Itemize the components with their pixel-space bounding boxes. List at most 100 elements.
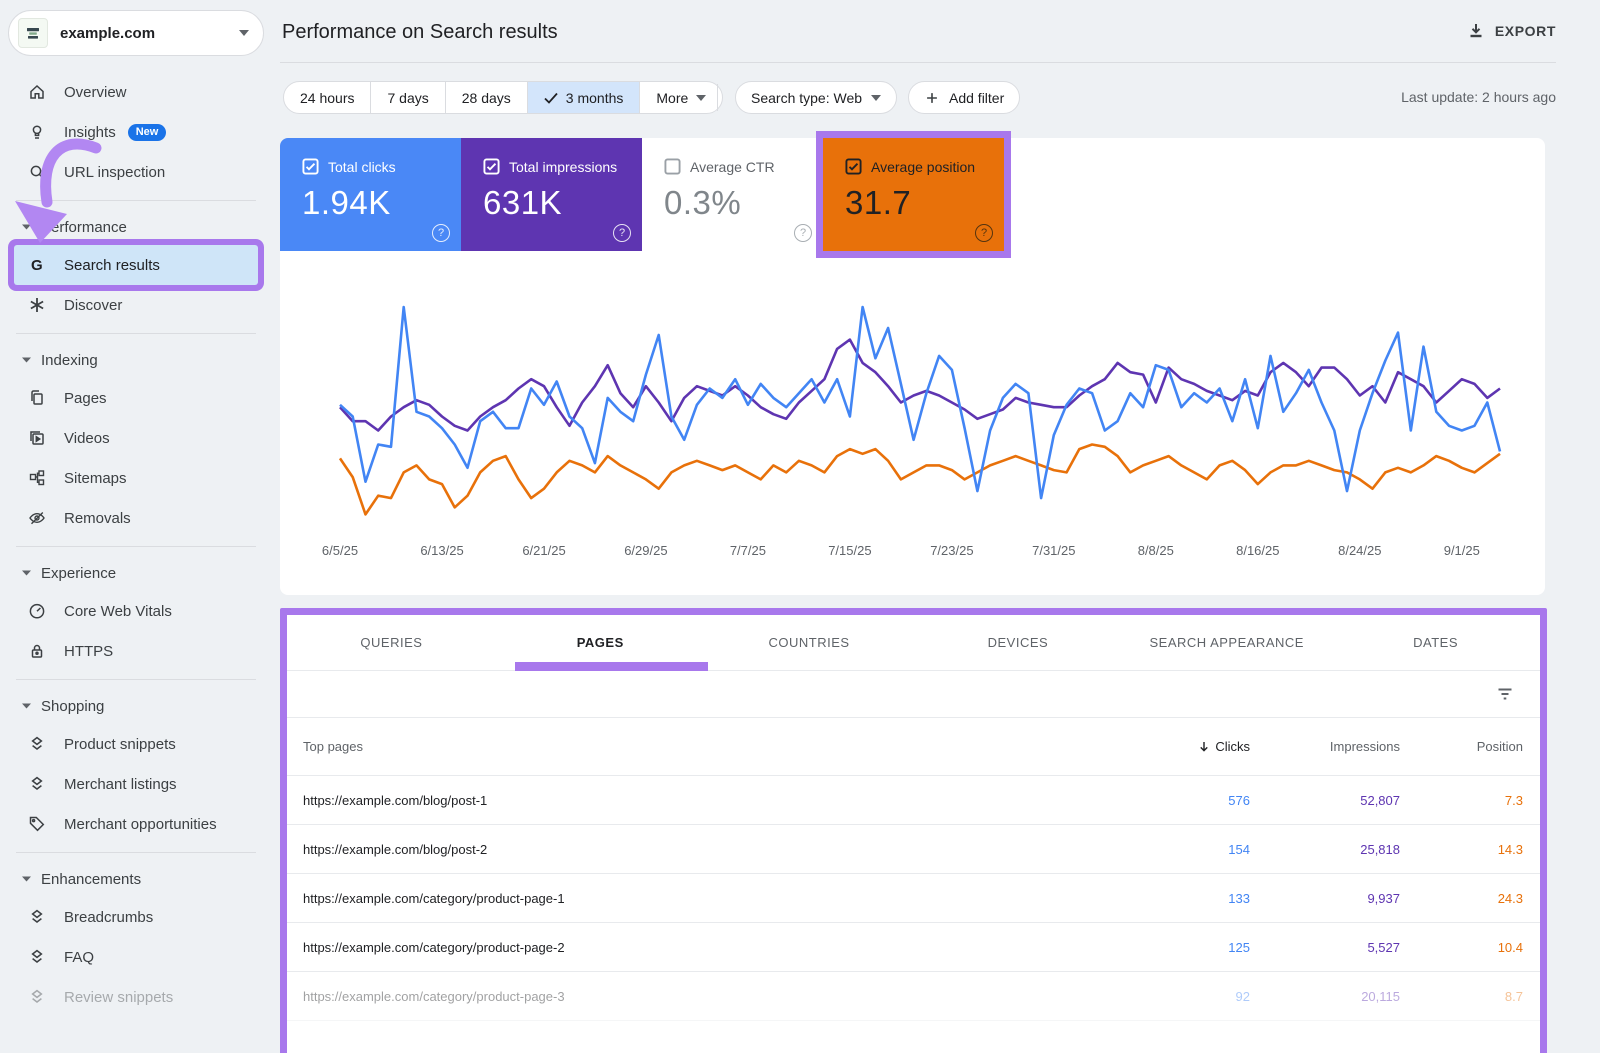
range-chip-24-hours[interactable]: 24 hours <box>284 82 370 113</box>
help-icon[interactable]: ? <box>794 224 812 242</box>
chevron-down-icon <box>22 357 31 363</box>
cell-page[interactable]: https://example.com/category/product-pag… <box>287 989 1090 1004</box>
table-row[interactable]: https://example.com/category/product-pag… <box>287 972 1540 1021</box>
sidebar-item-videos[interactable]: Videos <box>0 418 272 458</box>
sidebar-section-shopping[interactable]: Shopping <box>0 688 272 724</box>
cell-position: 7.3 <box>1504 792 1523 808</box>
sidebar-item-faq[interactable]: FAQ <box>0 937 272 977</box>
sidebar-item-label: URL inspection <box>64 163 166 181</box>
sidebar-nav: Overview Insights New URL inspection Perform… <box>0 72 272 1017</box>
filter-icon[interactable] <box>1496 685 1514 703</box>
sidebar-item-sitemaps[interactable]: Sitemaps <box>0 458 272 498</box>
sidebar-item-label: Product snippets <box>64 735 176 753</box>
tab-annotation-underline <box>515 662 708 671</box>
sidebar-item-pages[interactable]: Pages <box>0 378 272 418</box>
cell-page[interactable]: https://example.com/blog/post-2 <box>287 842 1090 857</box>
search-type-filter[interactable]: Search type: Web <box>735 81 898 114</box>
last-update-text: Last update: 2 hours ago <box>1401 89 1556 105</box>
sidebar-item-url-inspection[interactable]: URL inspection <box>0 152 272 192</box>
sort-down-icon <box>1200 741 1209 752</box>
cell-clicks: 576 <box>1228 792 1250 808</box>
metric-cards: Total clicks 1.94K? Total impressions 631K?… <box>280 138 1004 251</box>
sidebar-item-discover[interactable]: Discover <box>0 285 272 325</box>
sidebar-item-label: Discover <box>64 296 123 314</box>
sidebar-item-review-snippets[interactable]: Review snippets <box>0 977 272 1017</box>
cell-position: 10.4 <box>1497 939 1523 955</box>
metric-card-position[interactable]: Average position 31.7? <box>823 138 1004 251</box>
table-row[interactable]: https://example.com/blog/post-2 154 25,818… <box>287 825 1540 874</box>
checkbox-checked-icon[interactable] <box>845 158 862 175</box>
page-title: Performance on Search results <box>282 21 558 43</box>
sidebar-item-label: Pages <box>64 389 107 407</box>
layers-icon <box>28 948 46 966</box>
cell-position: 8.7 <box>1504 988 1523 1004</box>
cell-page[interactable]: https://example.com/category/product-pag… <box>287 940 1090 955</box>
filter-divider <box>717 84 718 111</box>
sidebar-item-overview[interactable]: Overview <box>0 72 272 112</box>
sidebar-section-indexing[interactable]: Indexing <box>0 342 272 378</box>
checkbox-checked-icon[interactable] <box>302 158 319 175</box>
cell-clicks: 125 <box>1228 939 1250 955</box>
table-row[interactable]: https://example.com/category/product-pag… <box>287 923 1540 972</box>
sidebar-item-search-results[interactable]: G Search results <box>14 245 258 285</box>
sidebar-item-label: Merchant listings <box>64 775 177 793</box>
sidebar-section-experience[interactable]: Experience <box>0 555 272 591</box>
sidebar-divider <box>16 679 256 680</box>
help-icon[interactable]: ? <box>613 224 631 242</box>
x-tick-label: 9/1/25 <box>1444 543 1480 558</box>
performance-chart: 6/5/25 6/13/25 6/21/25 6/29/25 7/7/25 7/15/25… <box>322 305 1502 558</box>
sidebar-item-label: FAQ <box>64 948 95 966</box>
sidebar-item-label: Removals <box>64 509 131 527</box>
column-clicks-sort[interactable]: Clicks <box>1090 739 1250 754</box>
help-icon[interactable]: ? <box>432 224 450 242</box>
checkbox-unchecked-icon[interactable] <box>664 158 681 175</box>
tab-dates[interactable]: DATES <box>1331 615 1540 670</box>
sidebar: example.com Overview Insights New URL inspe… <box>0 0 272 1053</box>
tab-search-appearance[interactable]: SEARCH APPEARANCE <box>1122 615 1331 670</box>
sidebar-item-removals[interactable]: Removals <box>0 498 272 538</box>
sidebar-section-enhancements[interactable]: Enhancements <box>0 861 272 897</box>
chevron-down-icon <box>22 224 31 230</box>
range-chip-7-days[interactable]: 7 days <box>370 82 444 113</box>
tab-devices[interactable]: DEVICES <box>913 615 1122 670</box>
sidebar-item-product-snippets[interactable]: Product snippets <box>0 724 272 764</box>
new-badge: New <box>127 123 167 141</box>
range-chip-28-days[interactable]: 28 days <box>444 82 527 113</box>
export-button[interactable]: EXPORT <box>1467 22 1556 40</box>
range-chip-3-months[interactable]: 3 months <box>526 82 640 113</box>
metric-label: Total impressions <box>509 158 618 175</box>
metric-card-ctr[interactable]: Average CTR 0.3%? <box>642 138 823 251</box>
help-icon[interactable]: ? <box>975 224 993 242</box>
cell-page[interactable]: https://example.com/blog/post-1 <box>287 793 1090 808</box>
sidebar-item-insights[interactable]: Insights New <box>0 112 272 152</box>
sidebar-item-breadcrumbs[interactable]: Breadcrumbs <box>0 897 272 937</box>
table-header: Top pages Clicks Impressions Position <box>287 718 1540 776</box>
metric-card-impressions[interactable]: Total impressions 631K? <box>461 138 642 251</box>
chevron-down-icon <box>22 570 31 576</box>
add-filter-button[interactable]: Add filter <box>908 81 1021 114</box>
gauge-icon <box>28 602 46 620</box>
table-row[interactable]: https://example.com/blog/post-1 576 52,807… <box>287 776 1540 825</box>
cell-impressions: 52,807 <box>1360 792 1400 808</box>
sidebar-item-label: Core Web Vitals <box>64 602 172 620</box>
download-icon <box>1470 24 1482 38</box>
cell-page[interactable]: https://example.com/category/product-pag… <box>287 891 1090 906</box>
x-tick-label: 6/5/25 <box>322 543 358 558</box>
check-icon <box>544 92 558 104</box>
sidebar-item-core-web-vitals[interactable]: Core Web Vitals <box>0 591 272 631</box>
dimension-tabs: QUERIES PAGES COUNTRIES DEVICES SEARCH APPEA… <box>287 615 1540 671</box>
plus-icon <box>927 92 937 103</box>
more-ranges-button[interactable]: More <box>639 82 722 113</box>
metric-card-clicks[interactable]: Total clicks 1.94K? <box>280 138 461 251</box>
table-row[interactable]: https://example.com/category/product-pag… <box>287 874 1540 923</box>
checkbox-checked-icon[interactable] <box>483 158 500 175</box>
sidebar-item-merchant-listings[interactable]: Merchant listings <box>0 764 272 804</box>
property-selector[interactable]: example.com <box>8 10 264 56</box>
sidebar-item-https[interactable]: HTTPS <box>0 631 272 671</box>
tab-queries[interactable]: QUERIES <box>287 615 496 670</box>
sidebar-item-label: Insights <box>64 123 116 141</box>
sidebar-item-merchant-opportunities[interactable]: Merchant opportunities <box>0 804 272 844</box>
sidebar-section-performance[interactable]: Performance <box>0 209 272 245</box>
metric-value: 1.94K <box>302 184 391 221</box>
tab-countries[interactable]: COUNTRIES <box>705 615 914 670</box>
